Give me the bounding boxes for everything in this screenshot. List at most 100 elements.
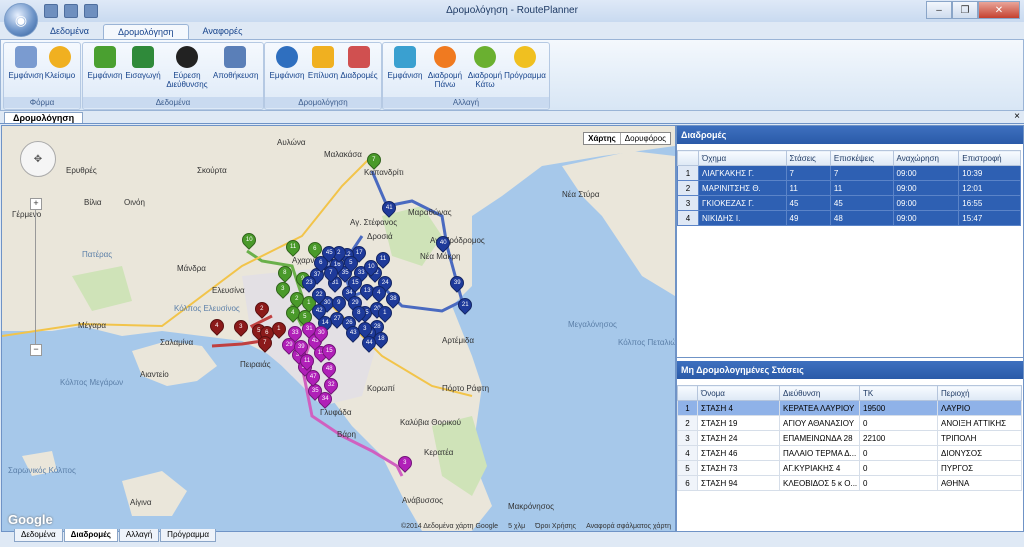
table-row[interactable]: 4 ΝΙΚΙΔΗΣ Ι. 49 48 09:00 15:47 [677, 210, 1021, 226]
close-button[interactable]: ✕ [978, 1, 1020, 19]
window-title: Δρομολόγηση - RoutePlanner [446, 5, 578, 16]
zoom-in-button[interactable]: + [30, 198, 42, 210]
marker-label: 2 [295, 296, 299, 302]
maximize-button[interactable]: ❐ [952, 1, 978, 19]
routes-grid-area: Όχημα Στάσεις Επισκέψεις Αναχώρηση Επιστ… [677, 144, 1023, 358]
marker-label: 33 [357, 270, 365, 276]
map-type-satellite[interactable]: Δορυφόρος [621, 133, 670, 144]
group-label: Δρομολόγηση [265, 97, 381, 108]
marker-label: 42 [315, 308, 323, 314]
place-label: Κορωπί [367, 384, 395, 393]
bottom-tab-schedule[interactable]: Πρόγραμμα [160, 529, 216, 542]
place-label: Κερατέα [424, 448, 454, 457]
bottom-tab-change[interactable]: Αλλαγή [118, 529, 160, 542]
marker-label: 7 [372, 157, 376, 163]
scale-text: 5 χλμ [508, 523, 526, 530]
marker-label: 4 [377, 290, 381, 296]
table-row[interactable]: 2 ΜΑΡΙΝΙΤΣΗΣ Θ. 11 11 09:00 12:01 [677, 180, 1021, 196]
column-header[interactable]: Διεύθυνση [779, 385, 860, 401]
corner-header [677, 150, 699, 166]
save-icon[interactable] [64, 4, 78, 18]
marker-label: 11 [303, 358, 311, 365]
table-row[interactable]: 1 ΛΙΑΓΚΑΚΗΣ Γ. 7 7 09:00 10:39 [677, 165, 1021, 181]
group-label: Φόρμα [4, 97, 80, 108]
pan-control[interactable]: ✥ [20, 141, 56, 177]
data-import-button[interactable]: Εισαγωγή [121, 46, 165, 80]
marker-label: 27 [333, 316, 341, 322]
globe-icon: ◉ [14, 11, 28, 28]
marker-label: 43 [349, 330, 357, 336]
table-row[interactable]: 1 ΣΤΑΣΗ 4 ΚΕΡΑΤΕΑ ΛΑΥΡΙΟΥ 19500 ΛΑΥΡΙΟ [677, 400, 1022, 416]
column-header[interactable]: Αναχώρηση [892, 150, 960, 166]
marker-label: 32 [327, 382, 335, 388]
marker-label: 4 [291, 310, 295, 316]
application-menu-button[interactable]: ◉ [4, 3, 38, 37]
place-label: Αγ. Στέφανος [350, 218, 398, 227]
table-row[interactable]: 6 ΣΤΑΣΗ 94 ΚΛΕΟΒΙΔΟΣ 5 κ Ο... 0 ΑΘΗΝΑ [677, 475, 1022, 491]
close-tab-icon[interactable]: × [1014, 111, 1020, 122]
person-icon [312, 46, 334, 68]
map-type-control: Χάρτης Δορυφόρος [583, 132, 671, 145]
place-label: Δροσιά [367, 232, 393, 241]
table-row[interactable]: 3 ΓΚΙΟΚΕΖΑΣ Γ. 45 45 09:00 16:55 [677, 195, 1021, 211]
marker-label: 1 [307, 300, 311, 306]
print-icon[interactable] [84, 4, 98, 18]
marker-label: 35 [311, 388, 319, 394]
report-link[interactable]: Αναφορά σφάλματος χάρτη [586, 523, 671, 530]
place-label: Αιαντείο [140, 370, 169, 379]
map-type-map[interactable]: Χάρτης [584, 133, 621, 144]
marker-label: 6 [313, 246, 317, 252]
map-view[interactable]: Αυλώνα Μαλακάσα Καπανδρίτι Ερυθρές Σκούρ… [1, 125, 676, 532]
marker-label: 30 [317, 330, 325, 336]
marker-label: 22 [315, 292, 323, 298]
place-label: Μέγαρα [78, 321, 107, 330]
column-header[interactable]: Επιστροφή [958, 150, 1021, 166]
marker-label: 39 [453, 280, 461, 286]
marker-label: 18 [377, 336, 385, 342]
bottom-tab-routes[interactable]: Διαδρομές [63, 529, 118, 542]
find-address-button[interactable]: Εύρεση Διεύθυνσης [165, 46, 209, 89]
place-label: Κόλπος Πεταλιών [618, 338, 676, 347]
unrouted-table: Όνομα Διεύθυνση ΤΚ Περιοχή 1 ΣΤΑΣΗ 4 ΚΕΡΑΤ… [677, 385, 1022, 491]
marker-label: 2 [260, 306, 264, 312]
place-label: Αυλώνα [277, 138, 306, 147]
column-header[interactable]: Στάσεις [785, 150, 831, 166]
terms-link[interactable]: Όροι Χρήσης [535, 523, 576, 530]
tab-reports[interactable]: Αναφορές [189, 24, 257, 40]
group-label: Δεδομένα [83, 97, 263, 108]
gear-down-icon [474, 46, 496, 68]
schedule-button[interactable]: Πρόγραμμα [503, 46, 547, 80]
column-header[interactable]: Επισκέψεις [829, 150, 894, 166]
route-up-button[interactable]: Διαδρομή Πάνω [423, 46, 467, 89]
marker-label: 41 [385, 205, 393, 211]
route-down-button[interactable]: Διαδρομή Κάτω [463, 46, 507, 89]
column-header[interactable]: Όνομα [697, 385, 780, 401]
place-label: Μάνδρα [177, 264, 206, 273]
column-header[interactable]: ΤΚ [859, 385, 938, 401]
table-row[interactable]: 3 ΣΤΑΣΗ 24 ΕΠΑΜΕΙΝΩΝΔΑ 28 22100 ΤΡΙΠΟΛΗ [677, 430, 1022, 446]
table-row[interactable]: 4 ΣΤΑΣΗ 46 ΠΑΛΑΙΟ ΤΕΡΜΑ Δ... 0 ΔΙΟΝΥΣΟΣ [677, 445, 1022, 461]
data-save-button[interactable]: Αποθήκευση [213, 46, 258, 80]
bottom-tab-data[interactable]: Δεδομένα [14, 529, 63, 542]
minimize-button[interactable]: ‒ [926, 1, 952, 19]
column-header[interactable]: Όχημα [698, 150, 787, 166]
table-row[interactable]: 2 ΣΤΑΣΗ 19 ΑΓΙΟΥ ΑΘΑΝΑΣΙΟΥ 0 ΑΝΟΙΞΗ ΑΤΤΙΚΗΣ [677, 415, 1022, 431]
tab-data[interactable]: Δεδομένα [36, 24, 103, 40]
window-controls: ‒ ❐ ✕ [926, 1, 1020, 19]
open-icon[interactable] [44, 4, 58, 18]
document-tab[interactable]: Δρομολόγηση [4, 112, 84, 123]
zoom-out-button[interactable]: − [30, 344, 42, 356]
road-icon [176, 46, 198, 68]
form-close-button[interactable]: Κλείσιμο [38, 46, 82, 80]
marker-label: 39 [297, 344, 305, 350]
place-label: Μαλακάσα [324, 150, 362, 159]
table-row[interactable]: 5 ΣΤΑΣΗ 73 ΑΓ.ΚΥΡΙΑΚΗΣ 4 0 ΠΥΡΓΟΣ [677, 460, 1022, 476]
marker-label: 34 [321, 396, 329, 402]
zoom-slider-track[interactable] [35, 201, 36, 351]
change-show-button[interactable]: Εμφάνιση [383, 46, 427, 80]
marker-label: 15 [325, 348, 333, 354]
routes-button[interactable]: Διαδρομές [337, 46, 381, 80]
column-header[interactable]: Περιοχή [937, 385, 1022, 401]
marker-label: 3 [363, 326, 367, 332]
place-label: Ελευσίνα [212, 286, 245, 295]
